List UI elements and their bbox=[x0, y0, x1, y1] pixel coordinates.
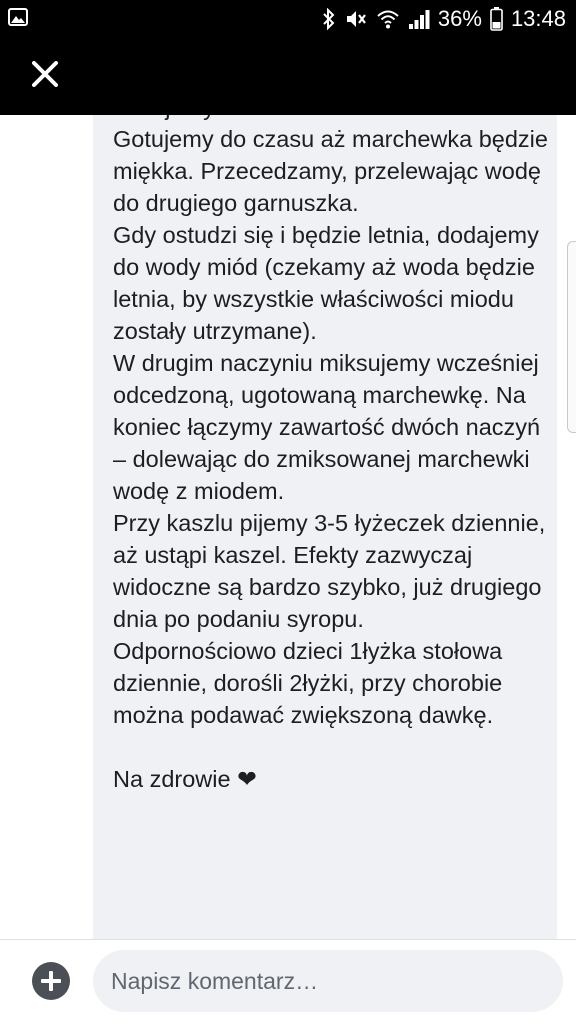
close-button[interactable] bbox=[22, 53, 68, 99]
status-bar: 36% 13:48 bbox=[0, 0, 576, 38]
status-time: 13:48 bbox=[510, 6, 566, 31]
comment-input[interactable] bbox=[93, 950, 563, 1012]
top-bar bbox=[0, 38, 576, 115]
signal-icon bbox=[408, 8, 430, 30]
plus-circle-icon[interactable] bbox=[32, 962, 70, 1000]
gallery-icon bbox=[8, 8, 28, 31]
close-icon bbox=[32, 60, 58, 92]
comment-thread[interactable]: dodajemy imbir. Gotujemy do czasu aż mar… bbox=[0, 115, 576, 939]
comment-text: dodajemy imbir. Gotujemy do czasu aż mar… bbox=[113, 115, 548, 792]
comment-composer bbox=[0, 939, 576, 1025]
battery-level: 36% bbox=[437, 6, 482, 31]
wifi-icon bbox=[376, 8, 400, 30]
status-icons: 36% 13:48 bbox=[322, 0, 566, 38]
scroll-handle[interactable] bbox=[567, 241, 576, 433]
mute-icon bbox=[344, 8, 368, 30]
battery-icon bbox=[490, 7, 503, 31]
comment-bubble: dodajemy imbir. Gotujemy do czasu aż mar… bbox=[93, 115, 557, 939]
bluetooth-icon bbox=[322, 8, 336, 30]
